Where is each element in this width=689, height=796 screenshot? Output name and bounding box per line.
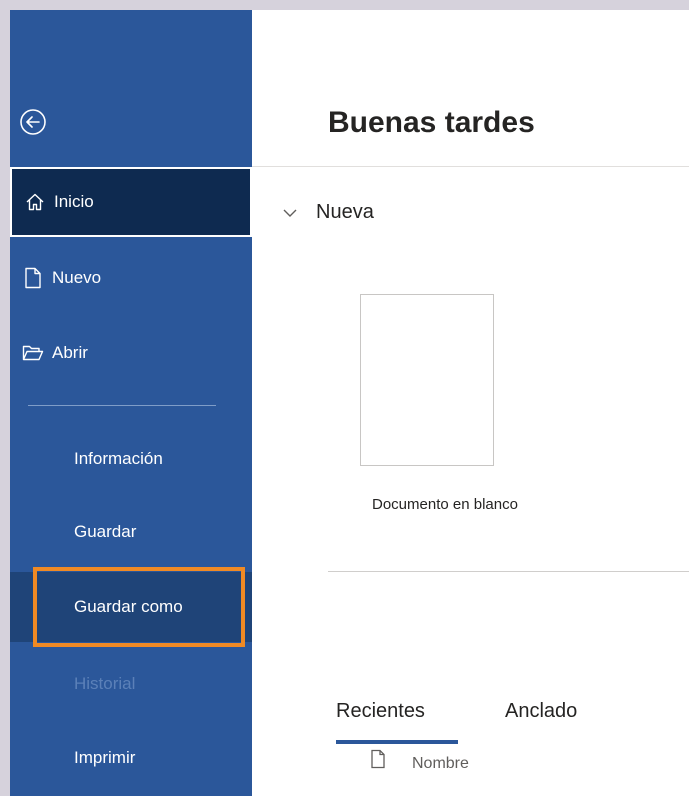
sidebar-item-guardar[interactable]: Guardar [10,497,252,567]
back-button[interactable] [16,105,50,139]
sidebar-item-label: Guardar como [74,597,183,616]
chevron-down-icon [282,204,300,222]
active-tab-indicator [336,740,458,744]
sidebar-item-label: Inicio [54,192,94,211]
blank-document-template[interactable] [360,294,494,466]
sidebar-item-label: Información [74,449,163,468]
sidebar-item-nuevo[interactable]: Nuevo [10,243,252,313]
file-list-header[interactable]: Nombre [370,749,469,773]
sidebar-item-abrir[interactable]: Abrir [10,318,252,388]
sidebar-item-label: Guardar [74,522,137,541]
section-title: Nueva [316,201,374,223]
section-divider [328,571,689,572]
sidebar-divider [28,405,216,406]
sidebar-item-label: Historial [74,674,136,693]
sidebar-item-historial: Historial [10,649,252,719]
new-section-toggle[interactable]: Nueva [282,201,374,224]
sidebar-item-inicio[interactable]: Inicio [10,167,252,237]
page-title: Buenas tardes [328,106,535,139]
word-backstage-window: Inicio Nuevo Abrir Información Guardar G… [10,10,689,796]
sidebar-item-guardar-como[interactable]: Guardar como [10,572,252,642]
open-folder-icon [22,342,44,364]
tab-anclado[interactable]: Anclado [505,700,577,723]
main-panel: Buenas tardes Nueva Documento en blanco … [252,10,689,796]
backstage-sidebar: Inicio Nuevo Abrir Información Guardar G… [10,10,252,796]
sidebar-item-label: Imprimir [74,748,136,767]
header-divider [252,166,689,167]
sidebar-item-imprimir[interactable]: Imprimir [10,723,252,793]
column-header-name: Nombre [412,755,469,772]
new-document-icon [22,267,44,289]
template-label: Documento en blanco [372,496,518,513]
sidebar-item-informacion[interactable]: Información [10,424,252,494]
sidebar-item-label: Nuevo [52,268,102,287]
sidebar-item-label: Abrir [52,343,88,362]
tab-recientes[interactable]: Recientes [336,700,425,723]
back-arrow-circle-icon [20,109,46,135]
home-icon [24,191,46,213]
file-type-icon [371,749,385,769]
